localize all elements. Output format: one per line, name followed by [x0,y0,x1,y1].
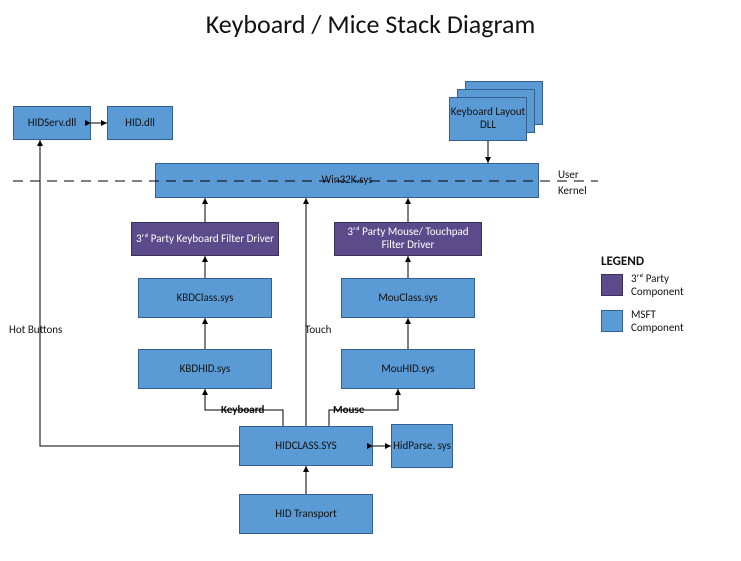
legend-title: LEGEND [601,254,644,269]
label-hotbuttons: Hot Buttons [9,323,62,336]
box-hiddll: HID.dll [107,106,173,140]
box-hidclass: HIDCLASS.SYS [239,426,373,466]
box-kbdlayout: Keyboard Layout DLL [449,97,527,141]
box-win32k: Win32K.sys [155,163,539,198]
box-kbd-filter: 3ʳᵈ Party Keyboard Filter Driver [131,222,279,256]
box-mouhid: MouHID.sys [341,349,475,389]
label-kernel: Kernel [558,184,587,197]
legend-label-3rdparty: 3ʳᵈ Party Component [631,272,701,298]
legend-swatch-msft [601,310,623,332]
box-hidserv: HIDServ.dll [13,106,91,140]
page-title: Keyboard / Mice Stack Diagram [0,8,741,40]
box-mouclass: MouClass.sys [341,278,475,318]
legend-swatch-3rdparty [601,274,623,296]
label-mouse: Mouse [333,403,364,416]
legend-label-msft: MSFT Component [631,308,701,334]
box-kbdclass: KBDClass.sys [138,278,272,318]
box-hidtransport: HID Transport [239,494,373,534]
label-user: User [558,168,579,181]
box-kbdhid: KBDHID.sys [138,349,272,389]
label-keyboard: Keyboard [221,403,264,416]
box-hidparse: HidParse. sys [391,424,453,468]
box-mouse-filter: 3ʳᵈ Party Mouse/ Touchpad Filter Driver [334,222,482,256]
label-touch: Touch [305,323,331,336]
